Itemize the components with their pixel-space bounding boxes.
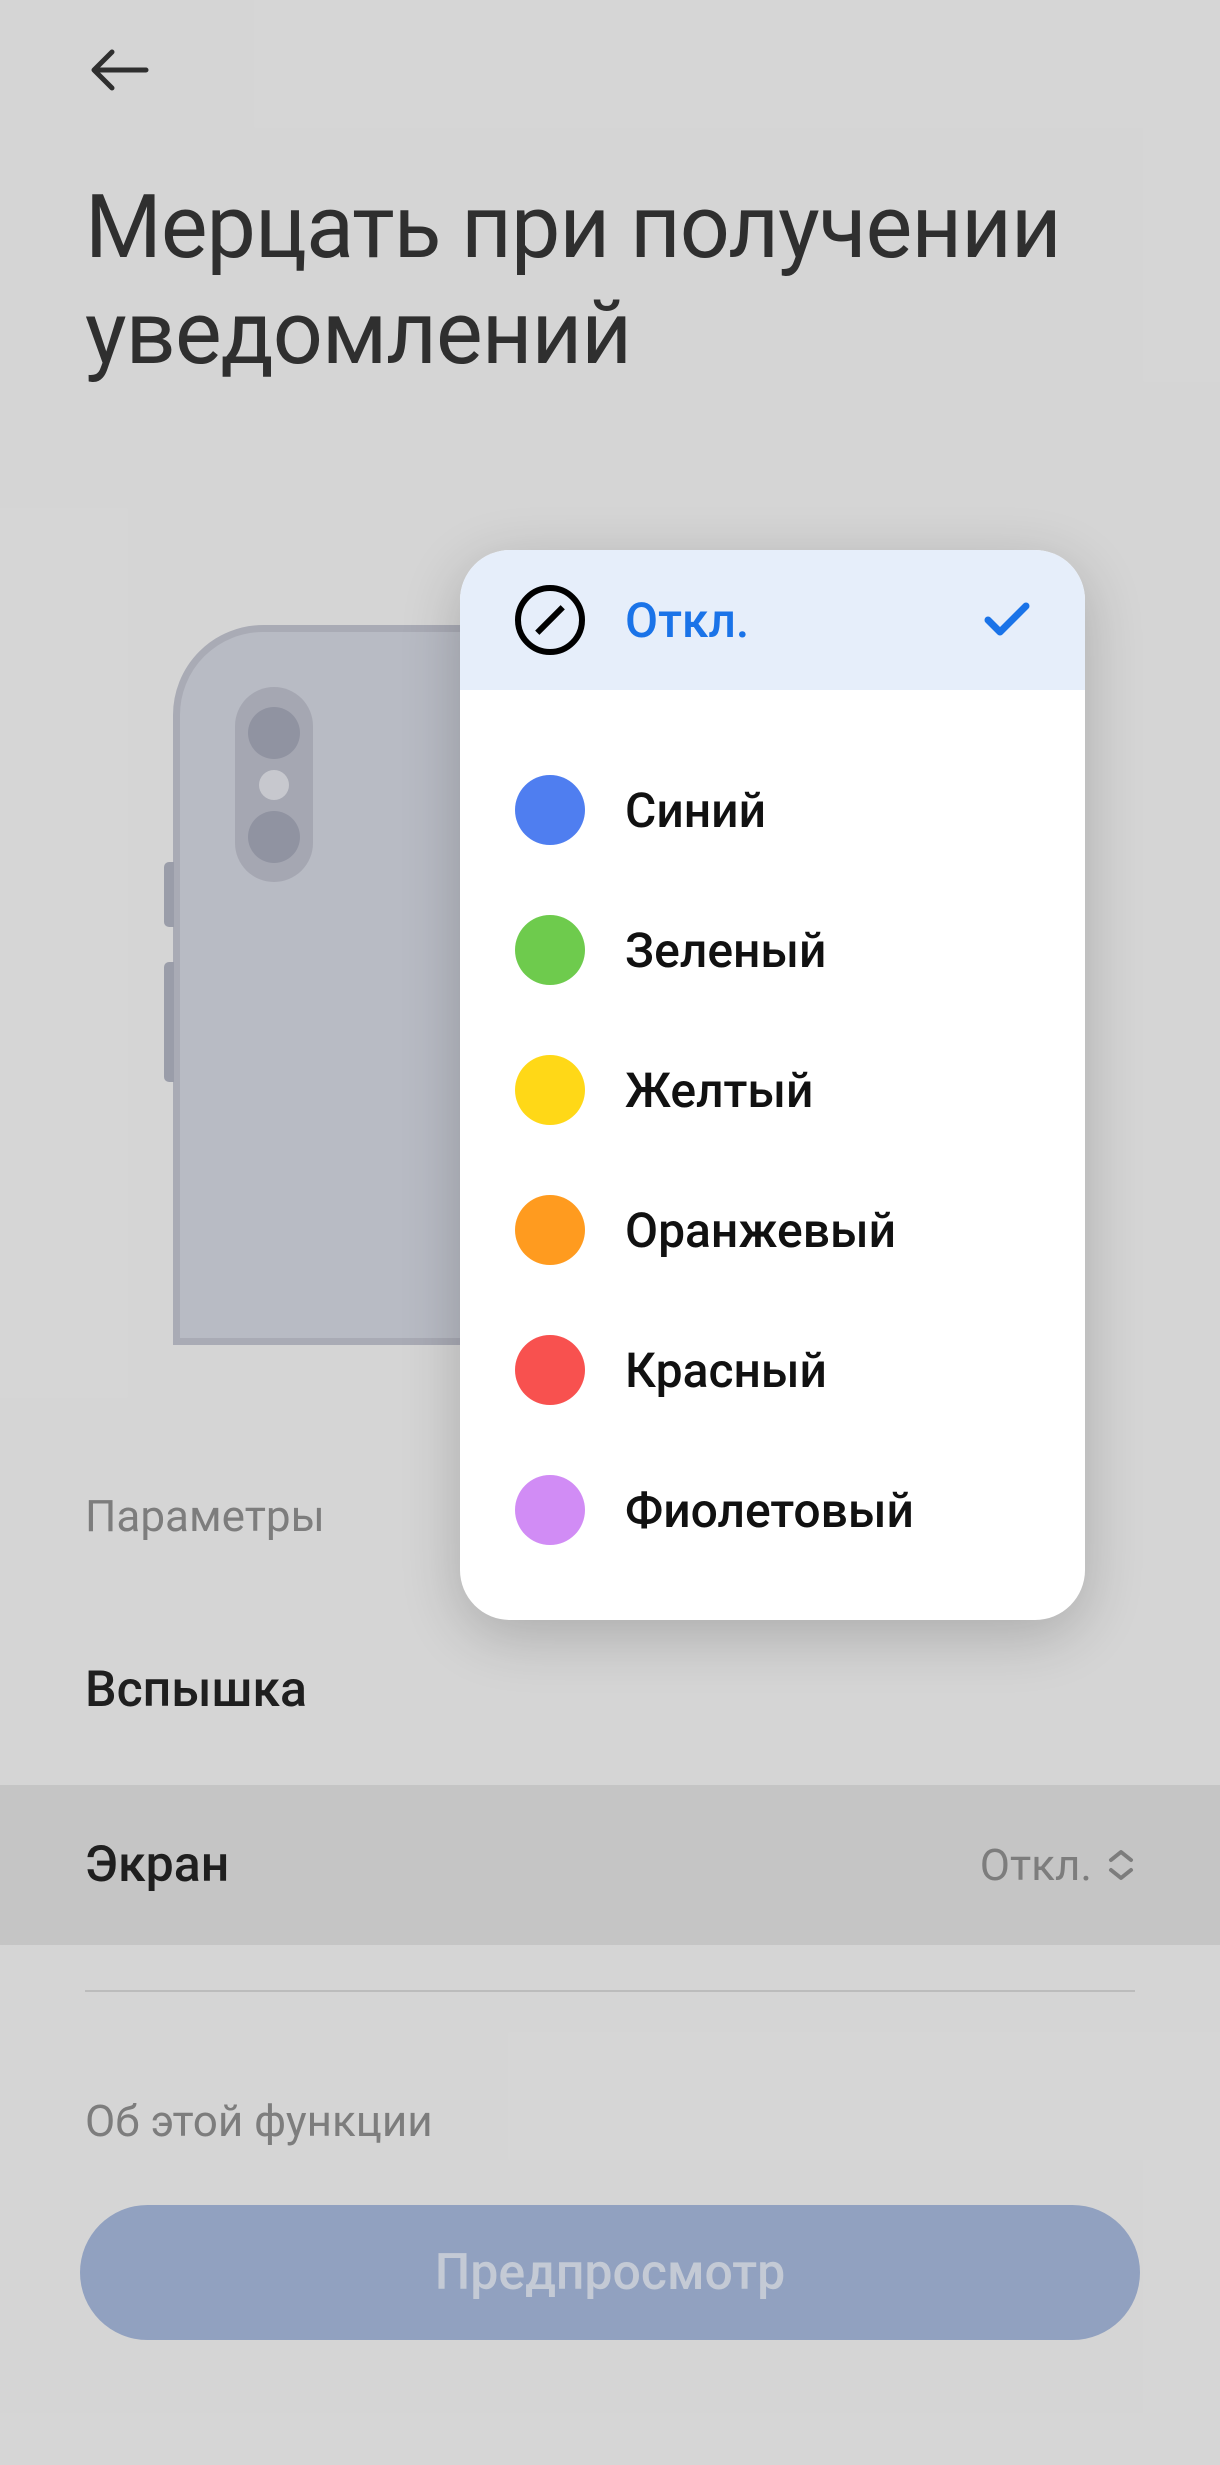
off-icon bbox=[515, 585, 585, 655]
popup-option-6[interactable]: Фиолетовый bbox=[460, 1440, 1085, 1580]
color-picker-popup: Откл. Синий Зеленый Желтый Оранжевый Красный Ф… bbox=[460, 550, 1085, 1620]
popup-option-label: Зеленый bbox=[625, 922, 1030, 979]
popup-option-label: Откл. bbox=[625, 592, 1030, 649]
popup-option-label: Синий bbox=[625, 782, 1030, 839]
checkmark-icon bbox=[984, 602, 1030, 638]
color-swatch-icon bbox=[515, 1335, 585, 1405]
popup-option-0[interactable]: Откл. bbox=[460, 550, 1085, 690]
popup-option-label: Желтый bbox=[625, 1062, 1030, 1119]
popup-option-label: Оранжевый bbox=[625, 1202, 1030, 1259]
popup-option-2[interactable]: Зеленый bbox=[460, 880, 1085, 1020]
popup-option-3[interactable]: Желтый bbox=[460, 1020, 1085, 1160]
popup-option-label: Красный bbox=[625, 1342, 1030, 1399]
color-swatch-icon bbox=[515, 915, 585, 985]
popup-option-label: Фиолетовый bbox=[625, 1482, 1030, 1539]
color-swatch-icon bbox=[515, 775, 585, 845]
color-swatch-icon bbox=[515, 1055, 585, 1125]
popup-spacer bbox=[460, 690, 1085, 740]
popup-option-5[interactable]: Красный bbox=[460, 1300, 1085, 1440]
popup-option-4[interactable]: Оранжевый bbox=[460, 1160, 1085, 1300]
popup-option-1[interactable]: Синий bbox=[460, 740, 1085, 880]
color-swatch-icon bbox=[515, 1195, 585, 1265]
color-swatch-icon bbox=[515, 1475, 585, 1545]
